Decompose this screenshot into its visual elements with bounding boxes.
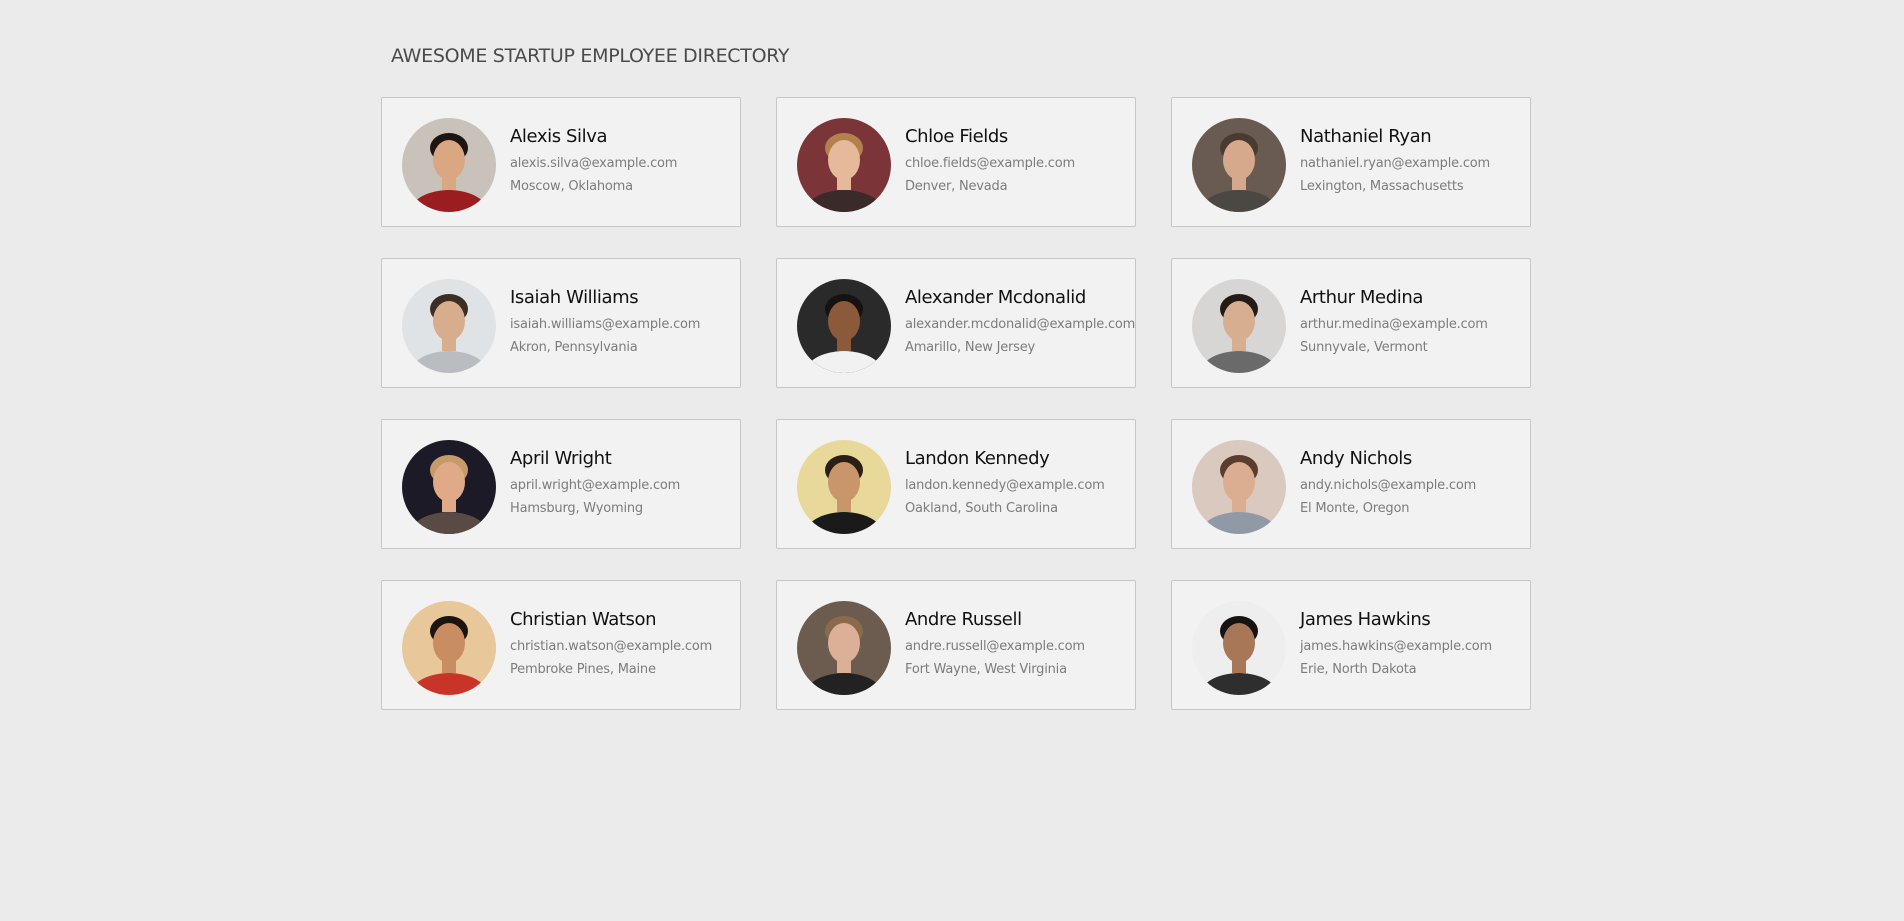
employee-location: Sunnyvale, Vermont — [1300, 340, 1428, 355]
employee-location: Moscow, Oklahoma — [510, 179, 633, 194]
portrait-graphic — [402, 279, 496, 373]
employee-email: alexander.mcdonalid@example.com — [905, 317, 1136, 332]
employee-location: Pembroke Pines, Maine — [510, 662, 656, 677]
portrait-graphic — [1192, 279, 1286, 373]
employee-email: chloe.fields@example.com — [905, 156, 1075, 171]
portrait-face — [433, 462, 465, 502]
portrait-face — [433, 623, 465, 663]
page-title: AWESOME STARTUP EMPLOYEE DIRECTORY — [391, 45, 790, 67]
employee-photo — [402, 118, 496, 212]
employee-photo — [402, 279, 496, 373]
portrait-face — [828, 140, 860, 180]
employee-name: Isaiah Williams — [510, 287, 639, 308]
employee-email: andre.russell@example.com — [905, 639, 1085, 654]
portrait-graphic — [1192, 118, 1286, 212]
employee-gallery: Alexis Silva alexis.silva@example.com Mo… — [381, 97, 1531, 710]
employee-location: Oakland, South Carolina — [905, 501, 1058, 516]
employee-photo — [1192, 279, 1286, 373]
employee-name: Alexander Mcdonalid — [905, 287, 1086, 308]
employee-card[interactable]: Alexander Mcdonalid alexander.mcdonalid@… — [776, 258, 1136, 388]
employee-name: Chloe Fields — [905, 126, 1008, 147]
employee-card[interactable]: Landon Kennedy landon.kennedy@example.co… — [776, 419, 1136, 549]
employee-photo — [797, 279, 891, 373]
employee-card[interactable]: Christian Watson christian.watson@exampl… — [381, 580, 741, 710]
employee-photo — [1192, 440, 1286, 534]
employee-card[interactable]: Nathaniel Ryan nathaniel.ryan@example.co… — [1171, 97, 1531, 227]
employee-location: El Monte, Oregon — [1300, 501, 1410, 516]
employee-photo — [402, 601, 496, 695]
employee-photo — [797, 118, 891, 212]
employee-photo — [1192, 118, 1286, 212]
portrait-graphic — [1192, 601, 1286, 695]
employee-photo — [797, 440, 891, 534]
employee-info: Christian Watson christian.watson@exampl… — [510, 609, 712, 681]
employee-photo — [402, 440, 496, 534]
portrait-graphic — [797, 440, 891, 534]
employee-email: arthur.medina@example.com — [1300, 317, 1488, 332]
employee-card[interactable]: Isaiah Williams isaiah.williams@example.… — [381, 258, 741, 388]
employee-name: Andy Nichols — [1300, 448, 1412, 469]
portrait-face — [828, 301, 860, 341]
employee-location: Hamsburg, Wyoming — [510, 501, 643, 516]
portrait-graphic — [402, 118, 496, 212]
portrait-face — [1223, 301, 1255, 341]
employee-location: Denver, Nevada — [905, 179, 1008, 194]
employee-card[interactable]: Andre Russell andre.russell@example.com … — [776, 580, 1136, 710]
portrait-graphic — [402, 601, 496, 695]
employee-photo — [1192, 601, 1286, 695]
portrait-graphic — [402, 440, 496, 534]
employee-info: Andre Russell andre.russell@example.com … — [905, 609, 1085, 681]
portrait-face — [433, 301, 465, 341]
employee-card[interactable]: Chloe Fields chloe.fields@example.com De… — [776, 97, 1136, 227]
employee-info: Alexis Silva alexis.silva@example.com Mo… — [510, 126, 677, 198]
employee-card[interactable]: Andy Nichols andy.nichols@example.com El… — [1171, 419, 1531, 549]
employee-email: alexis.silva@example.com — [510, 156, 678, 171]
employee-info: Nathaniel Ryan nathaniel.ryan@example.co… — [1300, 126, 1490, 198]
portrait-face — [828, 462, 860, 502]
portrait-face — [828, 623, 860, 663]
employee-email: nathaniel.ryan@example.com — [1300, 156, 1490, 171]
employee-location: Erie, North Dakota — [1300, 662, 1417, 677]
employee-photo — [797, 601, 891, 695]
portrait-face — [1223, 462, 1255, 502]
portrait-graphic — [797, 118, 891, 212]
portrait-graphic — [797, 279, 891, 373]
employee-name: Nathaniel Ryan — [1300, 126, 1432, 147]
employee-info: April Wright april.wright@example.com Ha… — [510, 448, 680, 520]
employee-card[interactable]: April Wright april.wright@example.com Ha… — [381, 419, 741, 549]
employee-location: Lexington, Massachusetts — [1300, 179, 1464, 194]
employee-email: andy.nichols@example.com — [1300, 478, 1477, 493]
portrait-face — [1223, 140, 1255, 180]
employee-card[interactable]: Arthur Medina arthur.medina@example.com … — [1171, 258, 1531, 388]
portrait-graphic — [797, 601, 891, 695]
employee-location: Amarillo, New Jersey — [905, 340, 1036, 355]
employee-location: Fort Wayne, West Virginia — [905, 662, 1067, 677]
employee-email: isaiah.williams@example.com — [510, 317, 701, 332]
employee-name: April Wright — [510, 448, 612, 469]
employee-name: Christian Watson — [510, 609, 657, 630]
employee-info: Alexander Mcdonalid alexander.mcdonalid@… — [905, 287, 1135, 359]
portrait-face — [433, 140, 465, 180]
employee-info: Landon Kennedy landon.kennedy@example.co… — [905, 448, 1105, 520]
portrait-graphic — [1192, 440, 1286, 534]
employee-info: Chloe Fields chloe.fields@example.com De… — [905, 126, 1075, 198]
employee-email: christian.watson@example.com — [510, 639, 713, 654]
employee-info: James Hawkins james.hawkins@example.com … — [1300, 609, 1492, 681]
employee-email: landon.kennedy@example.com — [905, 478, 1105, 493]
employee-name: Andre Russell — [905, 609, 1022, 630]
employee-name: Alexis Silva — [510, 126, 608, 147]
employee-email: james.hawkins@example.com — [1300, 639, 1492, 654]
portrait-face — [1223, 623, 1255, 663]
employee-location: Akron, Pennsylvania — [510, 340, 638, 355]
employee-card[interactable]: Alexis Silva alexis.silva@example.com Mo… — [381, 97, 741, 227]
employee-info: Isaiah Williams isaiah.williams@example.… — [510, 287, 700, 359]
employee-name: Landon Kennedy — [905, 448, 1050, 469]
employee-name: James Hawkins — [1300, 609, 1431, 630]
employee-name: Arthur Medina — [1300, 287, 1423, 308]
page: AWESOME STARTUP EMPLOYEE DIRECTORY Alexi… — [0, 0, 1904, 921]
employee-info: Andy Nichols andy.nichols@example.com El… — [1300, 448, 1476, 520]
employee-card[interactable]: James Hawkins james.hawkins@example.com … — [1171, 580, 1531, 710]
employee-info: Arthur Medina arthur.medina@example.com … — [1300, 287, 1488, 359]
employee-email: april.wright@example.com — [510, 478, 681, 493]
